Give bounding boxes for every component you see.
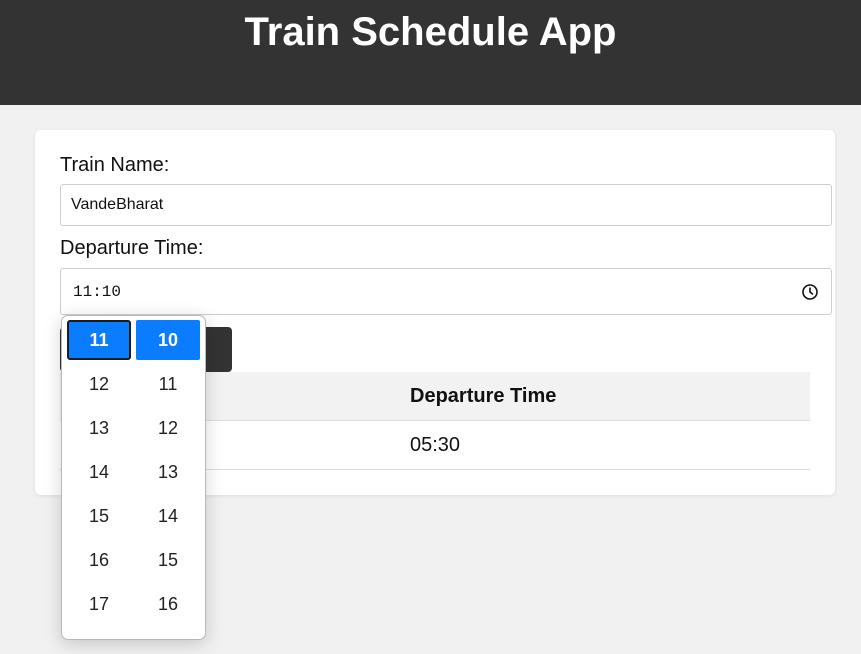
minute-option[interactable]: 16 — [136, 584, 200, 624]
minute-option[interactable]: 12 — [136, 408, 200, 448]
hour-option[interactable]: 14 — [67, 452, 131, 492]
minute-option-selected[interactable]: 10 — [136, 320, 200, 360]
hour-option-selected[interactable]: 11 — [67, 320, 131, 360]
page-title: Train Schedule App — [244, 10, 617, 54]
app-header: Train Schedule App — [0, 0, 861, 105]
departure-time-input[interactable]: 11:10 — [60, 268, 832, 315]
hour-option[interactable]: 16 — [67, 540, 131, 580]
clock-icon[interactable] — [801, 283, 819, 301]
train-name-input[interactable]: VandeBharat — [60, 184, 832, 226]
hour-column[interactable]: 11 12 13 14 15 16 17 — [62, 320, 132, 639]
row-departure-time: 05:30 — [410, 433, 461, 456]
minute-column[interactable]: 10 11 12 13 14 15 16 — [132, 320, 202, 639]
minute-option[interactable]: 15 — [136, 540, 200, 580]
train-name-value: VandeBharat — [71, 196, 164, 213]
minute-option[interactable]: 11 — [136, 364, 200, 404]
header-departure-time: Departure Time — [410, 384, 557, 407]
hour-option[interactable]: 13 — [67, 408, 131, 448]
departure-time-label: Departure Time: — [60, 237, 204, 259]
minute-option[interactable]: 14 — [136, 496, 200, 536]
train-name-label: Train Name: — [60, 154, 170, 176]
departure-time-value: 11:10 — [73, 282, 122, 301]
hour-option[interactable]: 17 — [67, 584, 131, 624]
minute-option[interactable]: 13 — [136, 452, 200, 492]
hour-option[interactable]: 15 — [67, 496, 131, 536]
hour-option[interactable]: 12 — [67, 364, 131, 404]
time-picker-dropdown: 11 12 13 14 15 16 17 10 11 12 13 14 15 1… — [61, 315, 206, 640]
